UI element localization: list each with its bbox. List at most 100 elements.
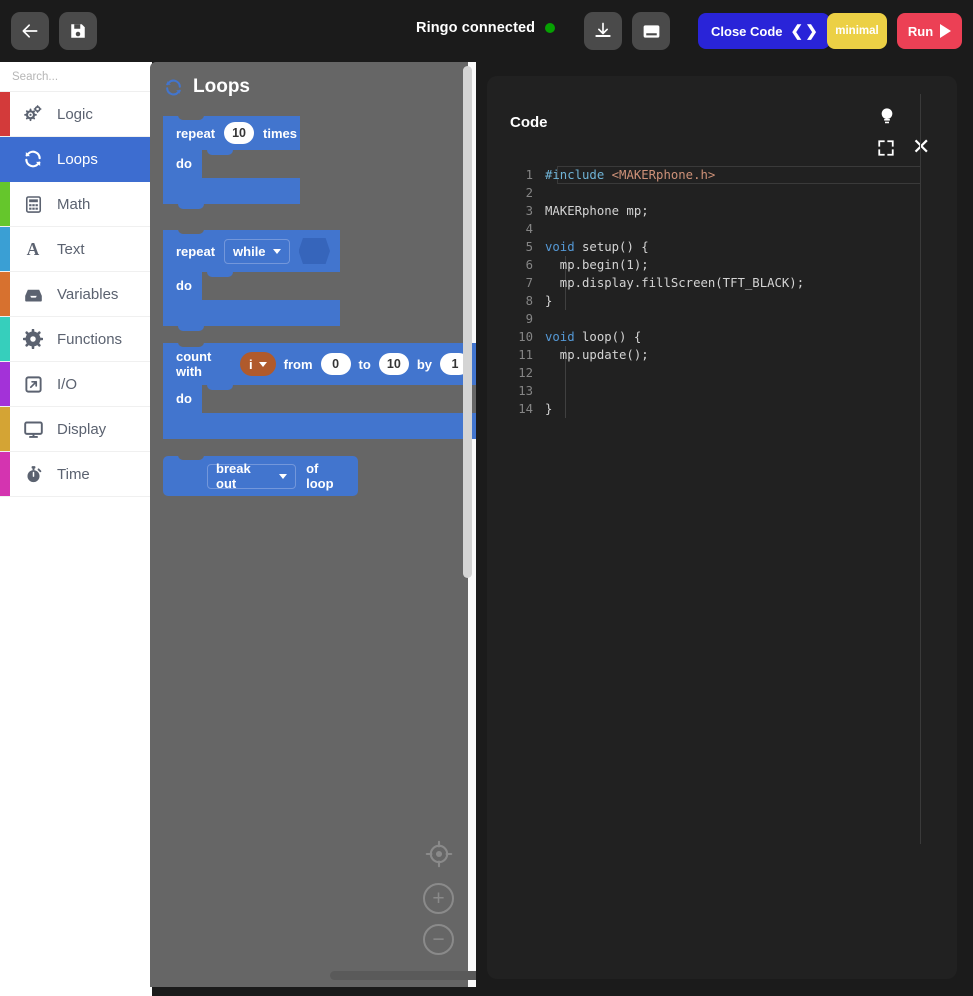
line-number: 4 [525,222,533,236]
sidebar-item-variables[interactable]: Variables [0,272,152,317]
block-foot [163,300,340,331]
break-continue-dropdown[interactable]: break out [207,461,297,491]
save-button[interactable] [59,12,97,50]
code-line[interactable]: 3 MAKERphone mp; [487,202,957,220]
counter-variable-field[interactable]: i [240,352,276,376]
code-line[interactable]: 6 mp.begin(1); [487,256,957,274]
code-line-text: MAKERphone mp; [545,204,649,218]
center-workspace-button[interactable] [425,840,453,873]
sidebar-item-text[interactable]: A Text [0,227,152,272]
sidebar-item-functions[interactable]: Functions [0,317,152,362]
connection-status: Ringo connected [416,20,556,36]
category-color-stripe [0,227,10,271]
center-target-icon [425,840,452,868]
svg-text:A: A [27,239,40,259]
block-statement-socket[interactable] [201,272,340,300]
connection-status-dot [545,23,556,33]
block-statement-socket[interactable] [201,385,476,413]
zoom-out-button[interactable]: − [423,924,454,955]
category-color-stripe [0,452,10,496]
while-until-dropdown[interactable]: while [224,238,290,264]
code-line[interactable]: 4 [487,220,957,238]
console-button[interactable] [632,12,670,50]
code-vertical-ruler [920,94,921,844]
fullscreen-button[interactable] [877,139,895,162]
search-row [0,62,183,92]
flyout-vertical-scrollbar[interactable] [463,66,472,578]
code-panel: Code ✕ 1 #include <MAKERphone.h> 2 3 MAKERph… [487,76,957,979]
code-line-text: mp.update(); [545,348,649,362]
sidebar-item-label: Functions [57,330,123,348]
sidebar-item-display[interactable]: Display [0,407,152,452]
category-color-stripe [0,317,10,361]
code-line[interactable]: 12 [487,364,957,382]
block-notch-icon [178,229,204,234]
code-line-text: mp.begin(1); [545,258,649,272]
download-button[interactable] [584,12,622,50]
code-line[interactable]: 2 [487,184,957,202]
zoom-out-icon: − [423,924,454,955]
category-color-stripe [0,272,10,316]
hint-lightbulb-button[interactable] [877,106,897,133]
line-number: 6 [525,258,533,272]
line-number: 10 [518,330,533,344]
arrow-out-icon [22,375,44,394]
code-line[interactable]: 7 mp.display.fillScreen(TFT_BLACK); [487,274,957,292]
block-statement-socket[interactable] [201,150,300,178]
block-notch-icon [178,343,204,347]
count-to-field[interactable]: 10 [378,353,409,375]
line-number: 2 [525,186,533,200]
block-word-repeat: repeat [176,125,216,141]
code-line[interactable]: 11 mp.update(); [487,346,957,364]
count-from-field[interactable]: 0 [320,353,351,375]
close-code-button[interactable]: Close Code ❮ ❯ [698,13,830,49]
run-label: Run [907,23,934,39]
code-editor[interactable]: 1 #include <MAKERphone.h> 2 3 MAKERphone mp;… [487,166,957,979]
code-line[interactable]: 13 [487,382,957,400]
chevron-down-icon [272,248,281,254]
workspace-horizontal-scrollbar[interactable] [330,971,476,980]
run-button[interactable]: Run [897,13,962,49]
code-line[interactable]: 8} [487,292,957,310]
inbox-tray-icon [22,284,44,305]
sidebar-item-math[interactable]: Math [0,182,152,227]
loop-refresh-icon [22,149,44,169]
flyout-header: Loops [150,62,476,98]
sidebar-item-time[interactable]: Time [0,452,152,497]
close-code-panel-button[interactable]: ✕ [912,136,930,158]
code-line[interactable]: 1 #include <MAKERphone.h> [487,166,957,184]
code-line-text: mp.display.fillScreen(TFT_BLACK); [545,276,805,290]
arrow-left-icon [22,24,38,38]
block-tab-icon [178,326,204,331]
line-number: 3 [525,204,533,218]
minimal-button[interactable]: minimal [827,13,887,49]
code-line[interactable]: 14} [487,400,957,418]
back-button[interactable] [11,12,49,50]
sidebar-item-label: Variables [57,285,119,303]
category-sidebar: Logic Loops Math A Text Variables Functions I/O… [0,62,183,996]
sidebar-item-label: Logic [57,105,93,123]
boolean-socket[interactable] [298,238,330,264]
block-repeat-times[interactable]: repeat 10 times do [163,115,300,209]
sidebar-item-loops[interactable]: Loops [0,137,152,182]
fullscreen-expand-icon [878,140,894,156]
block-foot [163,178,300,209]
code-line[interactable]: 10 void loop() { [487,328,957,346]
sidebar-item-i-o[interactable]: I/O [0,362,152,407]
sidebar-item-logic[interactable]: Logic [0,92,152,137]
stopwatch-icon [22,465,44,484]
code-line[interactable]: 5 void setup() { [487,238,957,256]
gear-icon [22,329,44,349]
block-count-with[interactable]: count with i from 0 to 10 by 1 do [163,343,476,439]
zoom-in-button[interactable]: + [423,883,454,914]
lightbulb-icon [881,108,893,124]
repeat-count-field[interactable]: 10 [224,122,255,144]
block-repeat-while[interactable]: repeat while do [163,229,340,331]
block-break-out[interactable]: break out of loop [163,455,358,496]
code-line[interactable]: 9 [487,310,957,328]
play-triangle-icon [940,24,952,38]
line-number: 12 [518,366,533,380]
search-input[interactable] [12,70,166,83]
block-flyout-panel: Loops repeat 10 times do repeat while do… [150,62,476,987]
block-word-repeat: repeat [176,243,216,259]
